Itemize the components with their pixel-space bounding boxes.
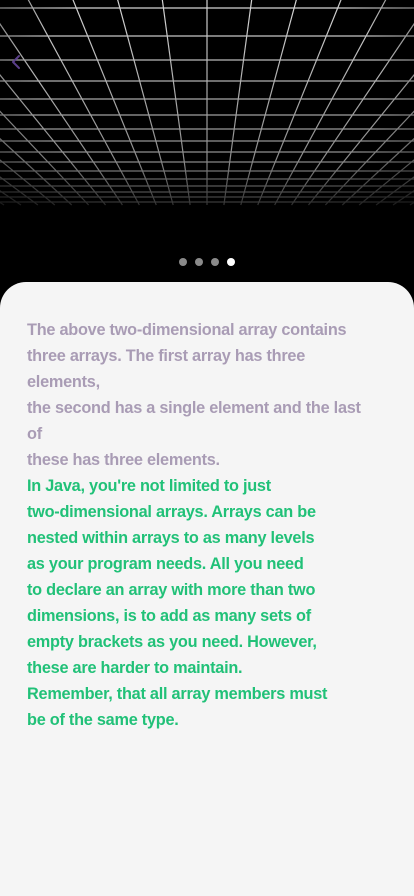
page-dot-2[interactable] [195, 258, 203, 266]
lesson-text: The above two-dimensional array contains… [27, 317, 377, 733]
page-dot-3[interactable] [211, 258, 219, 266]
page-dot-4[interactable] [227, 258, 235, 266]
page-dot-1[interactable] [179, 258, 187, 266]
content-card: The above two-dimensional array contains… [0, 282, 414, 896]
grid-illustration [0, 0, 414, 290]
chevron-left-icon [12, 55, 20, 69]
hero-banner [0, 0, 414, 290]
paragraph-intro: The above two-dimensional array contains… [27, 321, 361, 469]
page-indicator [0, 257, 414, 267]
lesson-screen: The above two-dimensional array contains… [0, 0, 414, 896]
back-button[interactable] [10, 54, 42, 86]
paragraph-multidimensional: In Java, you're not limited to just two-… [27, 477, 328, 729]
